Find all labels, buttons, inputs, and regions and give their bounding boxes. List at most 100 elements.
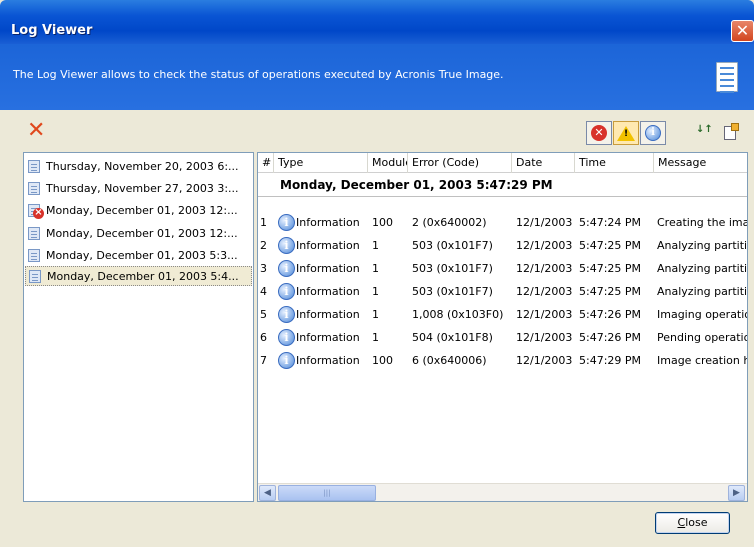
- warning-glyph: !: [624, 128, 629, 139]
- log-document-icon: [716, 62, 738, 93]
- session-label: Monday, December 01, 2003 5:4...: [47, 269, 239, 283]
- log-icon: [28, 226, 40, 240]
- cell-date: 12/1/2003: [516, 216, 573, 229]
- column-header-row: # Type Module Error (Code) Date Time Mes…: [258, 153, 747, 173]
- cell-number: 7: [260, 354, 267, 367]
- delete-log-button[interactable]: ✕: [27, 120, 45, 142]
- column-header-type[interactable]: Type: [274, 153, 368, 173]
- scroll-right-button[interactable]: ▶: [728, 485, 745, 501]
- cell-number: 1: [260, 216, 267, 229]
- error-icon: ✕: [591, 125, 607, 141]
- info-icon: i: [278, 283, 295, 300]
- table-row[interactable]: 2 i Information 1 503 (0x101F7) 12/1/200…: [258, 236, 748, 256]
- cell-date: 12/1/2003: [516, 285, 573, 298]
- cell-message: Analyzing partitio: [657, 239, 748, 252]
- cell-error-code: 504 (0x101F8): [412, 331, 493, 344]
- title-bar[interactable]: Log Viewer ✕: [0, 0, 754, 44]
- group-header: Monday, December 01, 2003 5:47:29 PM: [280, 178, 553, 192]
- cell-date: 12/1/2003: [516, 331, 573, 344]
- banner: The Log Viewer allows to check the statu…: [0, 44, 754, 110]
- close-button[interactable]: Close: [655, 512, 730, 534]
- cell-type: Information: [296, 354, 360, 367]
- cell-error-code: 6 (0x640006): [412, 354, 487, 367]
- session-item[interactable]: Thursday, November 20, 2003 6:...: [25, 156, 252, 176]
- cell-error-code: 2 (0x640002): [412, 216, 487, 229]
- window-close-button[interactable]: ✕: [731, 20, 754, 42]
- session-item[interactable]: Thursday, November 27, 2003 3:...: [25, 178, 252, 198]
- group-divider: [258, 196, 747, 197]
- table-row[interactable]: 1 i Information 100 2 (0x640002) 12/1/20…: [258, 213, 748, 233]
- log-icon: [29, 269, 41, 283]
- toolbar: ✕ ✕ ! i ↓↑: [0, 110, 754, 150]
- cell-module: 1: [372, 239, 379, 252]
- cell-type: Information: [296, 308, 360, 321]
- column-header-date[interactable]: Date: [512, 153, 575, 173]
- cell-time: 5:47:25 PM: [579, 285, 642, 298]
- session-label: Thursday, November 20, 2003 6:...: [46, 159, 239, 173]
- cell-date: 12/1/2003: [516, 262, 573, 275]
- window-title: Log Viewer: [11, 23, 93, 38]
- log-entries-table[interactable]: # Type Module Error (Code) Date Time Mes…: [257, 152, 748, 502]
- session-list[interactable]: Thursday, November 20, 2003 6:... Thursd…: [23, 152, 254, 502]
- filter-information-button[interactable]: i: [640, 121, 666, 145]
- table-row[interactable]: 4 i Information 1 503 (0x101F7) 12/1/200…: [258, 282, 748, 302]
- banner-description: The Log Viewer allows to check the statu…: [13, 68, 504, 81]
- session-item[interactable]: Monday, December 01, 2003 5:3...: [25, 245, 252, 265]
- cell-number: 4: [260, 285, 267, 298]
- info-icon: i: [278, 214, 295, 231]
- filter-errors-button[interactable]: ✕: [586, 121, 612, 145]
- warning-icon: !: [617, 125, 635, 141]
- column-header-error-code[interactable]: Error (Code): [408, 153, 512, 173]
- close-button-label: Close: [677, 516, 708, 529]
- cell-type: Information: [296, 331, 360, 344]
- table-row[interactable]: 6 i Information 1 504 (0x101F8) 12/1/200…: [258, 328, 748, 348]
- cell-message: Analyzing partitio: [657, 262, 748, 275]
- info-icon: i: [278, 329, 295, 346]
- session-item[interactable]: Monday, December 01, 2003 12:...: [25, 200, 252, 220]
- cell-number: 6: [260, 331, 267, 344]
- session-item-selected[interactable]: Monday, December 01, 2003 5:4...: [25, 266, 252, 286]
- cell-module: 100: [372, 216, 393, 229]
- column-header-time[interactable]: Time: [575, 153, 654, 173]
- cell-type: Information: [296, 285, 360, 298]
- cell-message: Image creation ha: [657, 354, 748, 367]
- cell-number: 2: [260, 239, 267, 252]
- table-row[interactable]: 3 i Information 1 503 (0x101F7) 12/1/200…: [258, 259, 748, 279]
- cell-message: Creating the imag: [657, 216, 748, 229]
- cell-message: Analyzing partitio: [657, 285, 748, 298]
- log-icon: [28, 159, 40, 173]
- log-viewer-window: Log Viewer ✕ The Log Viewer allows to ch…: [0, 0, 754, 547]
- cell-date: 12/1/2003: [516, 239, 573, 252]
- cell-module: 100: [372, 354, 393, 367]
- column-header-message[interactable]: Message: [654, 153, 747, 173]
- cell-date: 12/1/2003: [516, 354, 573, 367]
- cell-error-code: 503 (0x101F7): [412, 285, 493, 298]
- scroll-thumb[interactable]: |||: [278, 485, 376, 501]
- cell-message: Imaging operatio: [657, 308, 748, 321]
- cell-error-code: 503 (0x101F7): [412, 239, 493, 252]
- horizontal-scrollbar[interactable]: ◀ ||| ▶: [258, 483, 747, 501]
- column-header-number[interactable]: #: [258, 153, 274, 173]
- cell-time: 5:47:26 PM: [579, 308, 642, 321]
- table-row[interactable]: 7 i Information 100 6 (0x640006) 12/1/20…: [258, 351, 748, 371]
- session-item[interactable]: Monday, December 01, 2003 12:...: [25, 223, 252, 243]
- cell-type: Information: [296, 262, 360, 275]
- scroll-left-button[interactable]: ◀: [259, 485, 276, 501]
- info-icon: i: [278, 352, 295, 369]
- session-label: Monday, December 01, 2003 5:3...: [46, 248, 238, 262]
- session-label: Monday, December 01, 2003 12:...: [46, 226, 238, 240]
- info-icon: i: [278, 260, 295, 277]
- filter-warnings-button[interactable]: !: [613, 121, 639, 145]
- cell-message: Pending operatio: [657, 331, 748, 344]
- cell-time: 5:47:26 PM: [579, 331, 642, 344]
- cell-date: 12/1/2003: [516, 308, 573, 321]
- table-row[interactable]: 5 i Information 1 1,008 (0x103F0) 12/1/2…: [258, 305, 748, 325]
- cell-module: 1: [372, 262, 379, 275]
- properties-icon[interactable]: [722, 122, 740, 142]
- sort-icon[interactable]: ↓↑: [696, 124, 714, 142]
- log-error-icon: [28, 203, 44, 219]
- cell-time: 5:47:25 PM: [579, 262, 642, 275]
- column-header-module[interactable]: Module: [368, 153, 408, 173]
- cell-module: 1: [372, 331, 379, 344]
- filter-group: ✕ ! i: [586, 121, 667, 145]
